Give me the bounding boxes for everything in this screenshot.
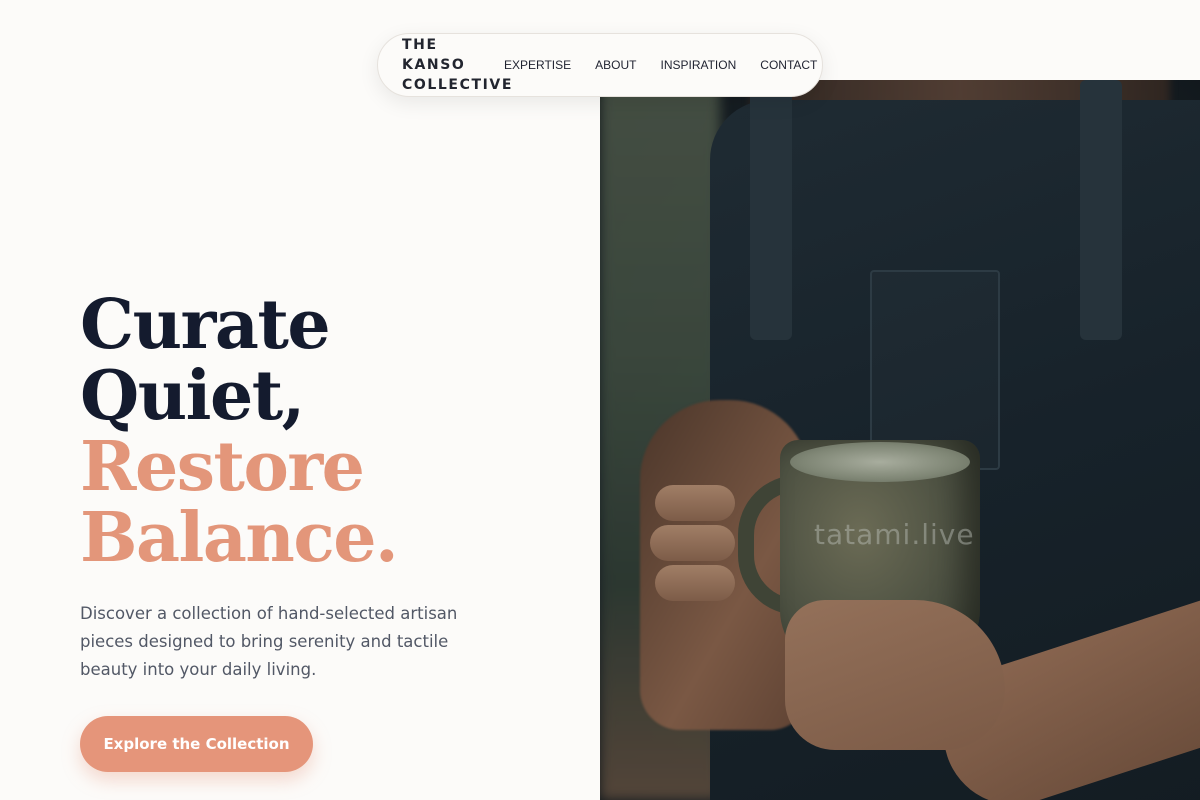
image-apron-strap-right [1080, 80, 1122, 340]
brand-logo[interactable]: THE KANSO COLLECTIVE [402, 35, 514, 95]
headline-line-1: Curate [80, 285, 331, 365]
image-finger [655, 565, 735, 601]
headline-line-2: Quiet, [80, 356, 305, 436]
hero-headline: Curate Quiet, Restore Balance. [80, 285, 399, 578]
image-mug-rim [790, 442, 970, 482]
nav-link-expertise[interactable]: EXPERTISE [504, 58, 571, 72]
image-finger [655, 485, 735, 521]
brand-line-1: THE KANSO [402, 37, 466, 73]
hero-image: tatami.live [600, 80, 1200, 800]
nav-link-contact[interactable]: CONTACT [760, 58, 817, 72]
image-finger [650, 525, 735, 561]
image-watermark: tatami.live [814, 518, 975, 551]
explore-collection-button[interactable]: Explore the Collection [80, 716, 313, 772]
headline-line-3: Restore [80, 427, 365, 507]
brand-line-2: COLLECTIVE [402, 77, 514, 93]
nav-link-inspiration[interactable]: INSPIRATION [660, 58, 736, 72]
nav-link-about[interactable]: ABOUT [595, 58, 636, 72]
headline-line-4: Balance. [80, 498, 399, 578]
image-apron-strap-left [750, 80, 792, 340]
nav-links: EXPERTISE ABOUT INSPIRATION CONTACT [504, 58, 817, 72]
hero-description: Discover a collection of hand-selected a… [80, 604, 458, 679]
top-nav: THE KANSO COLLECTIVE EXPERTISE ABOUT INS… [377, 33, 823, 97]
image-hand [785, 600, 1005, 750]
